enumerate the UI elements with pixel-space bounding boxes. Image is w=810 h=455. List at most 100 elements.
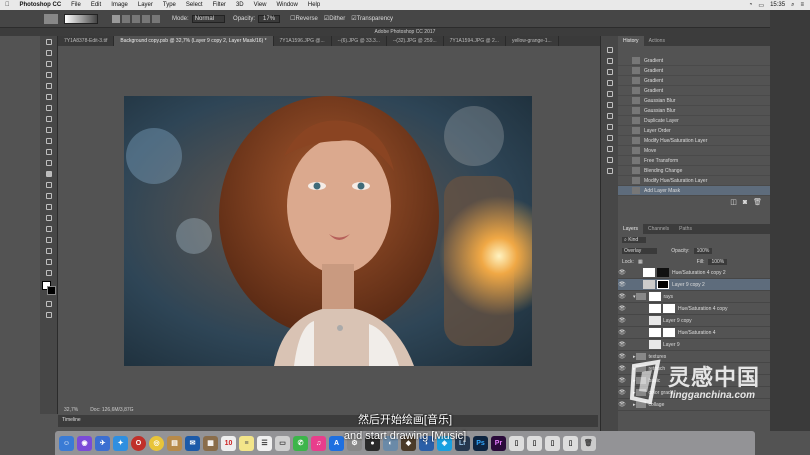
- tab-document[interactable]: 7Y1A1594.JPG @ 2...: [444, 36, 506, 46]
- mode-select[interactable]: Normal: [191, 14, 226, 23]
- tab-layers[interactable]: Layers: [618, 224, 644, 234]
- dodge-tool-icon[interactable]: [40, 190, 58, 201]
- history-item-selected[interactable]: Add Layer Mask: [618, 186, 770, 196]
- layer-group-row[interactable]: 👁 ▾ rays: [618, 291, 770, 303]
- eye-icon[interactable]: 👁: [618, 353, 626, 360]
- menu-app-name[interactable]: Photoshop CC: [15, 2, 67, 8]
- shape-tool-icon[interactable]: [40, 234, 58, 245]
- history-item[interactable]: Duplicate Layer: [618, 116, 770, 126]
- brush-tool-icon[interactable]: [40, 124, 58, 135]
- layer-mask-thumb[interactable]: [657, 268, 669, 277]
- menu-layer[interactable]: Layer: [133, 2, 158, 8]
- color-panel-icon[interactable]: [601, 55, 619, 66]
- eye-icon[interactable]: 👁: [618, 269, 626, 276]
- menu-select[interactable]: Select: [181, 2, 208, 8]
- crop-tool-icon[interactable]: [40, 80, 58, 91]
- tab-document[interactable]: yellow-grange-1...: [506, 36, 559, 46]
- history-item[interactable]: Modify Hue/Saturation Layer: [618, 136, 770, 146]
- pen-tool-icon[interactable]: [40, 201, 58, 212]
- blur-tool-icon[interactable]: [40, 179, 58, 190]
- menu-view[interactable]: View: [249, 2, 272, 8]
- menu-image[interactable]: Image: [106, 2, 133, 8]
- menu-list-icon[interactable]: ≡: [800, 2, 804, 8]
- layer-row[interactable]: 👁 Layer 9: [618, 339, 770, 351]
- menu-window[interactable]: Window: [272, 2, 303, 8]
- lock-icon[interactable]: ▦: [638, 259, 643, 265]
- brushes-panel-icon[interactable]: [601, 121, 619, 132]
- search-icon[interactable]: ⌕: [791, 2, 794, 9]
- eye-icon[interactable]: 👁: [618, 365, 626, 372]
- layer-row[interactable]: 👁 Layer 9 copy: [618, 315, 770, 327]
- lasso-tool-icon[interactable]: [40, 58, 58, 69]
- radial-gradient-icon[interactable]: [122, 14, 130, 23]
- trash-icon[interactable]: 🗑: [753, 198, 762, 206]
- frame-tool-icon[interactable]: [40, 91, 58, 102]
- layer-row[interactable]: 👁 Hue/Saturation 4 copy 2: [618, 267, 770, 279]
- layer-mask-thumb[interactable]: [657, 280, 669, 289]
- tab-history[interactable]: History: [618, 36, 644, 46]
- fill-field[interactable]: 100%: [708, 258, 728, 265]
- tab-document[interactable]: --(32).JPG @ 259...: [387, 36, 444, 46]
- more-tools-icon[interactable]: [40, 267, 58, 278]
- menu-3d[interactable]: 3D: [231, 2, 249, 8]
- libraries-panel-icon[interactable]: [601, 77, 619, 88]
- document-canvas[interactable]: [124, 96, 532, 366]
- camera-icon[interactable]: ◙: [743, 199, 747, 206]
- tab-document[interactable]: --(6).JPG @ 33.3...: [332, 36, 387, 46]
- layer-row[interactable]: 👁 Hue/Saturation 4: [618, 327, 770, 339]
- opacity-field[interactable]: 17%: [258, 14, 281, 23]
- linear-gradient-icon[interactable]: [112, 14, 120, 23]
- angle-gradient-icon[interactable]: [132, 14, 140, 23]
- reflected-gradient-icon[interactable]: [142, 14, 150, 23]
- history-item[interactable]: Gradient: [618, 66, 770, 76]
- paragraph-panel-icon[interactable]: [601, 132, 619, 143]
- eye-icon[interactable]: 👁: [618, 317, 626, 324]
- menu-type[interactable]: Type: [158, 2, 181, 8]
- eye-icon[interactable]: 👁: [618, 377, 626, 384]
- quick-select-tool-icon[interactable]: [40, 69, 58, 80]
- eye-icon[interactable]: 👁: [618, 389, 626, 396]
- tab-document[interactable]: 7Y1A8378-Edit-3.tif: [58, 36, 115, 46]
- apple-icon[interactable]: : [0, 2, 15, 8]
- eye-icon[interactable]: 👁: [618, 401, 626, 408]
- 3d-panel-icon[interactable]: [601, 154, 619, 165]
- eye-icon[interactable]: 👁: [618, 329, 626, 336]
- layer-mask-thumb[interactable]: [663, 328, 675, 337]
- eyedropper-tool-icon[interactable]: [40, 102, 58, 113]
- gradient-tool-icon[interactable]: [40, 168, 58, 179]
- menu-edit[interactable]: Edit: [86, 2, 106, 8]
- hand-tool-icon[interactable]: [40, 245, 58, 256]
- layer-row-selected[interactable]: 👁 Layer 9 copy 2: [618, 279, 770, 291]
- quick-mask-icon[interactable]: [40, 298, 58, 309]
- history-item[interactable]: Layer Order: [618, 126, 770, 136]
- gradient-picker[interactable]: [64, 13, 98, 24]
- adjustments-panel-icon[interactable]: [601, 88, 619, 99]
- history-item[interactable]: Gaussian Blur: [618, 96, 770, 106]
- history-item[interactable]: Move: [618, 146, 770, 156]
- history-item[interactable]: Gradient: [618, 76, 770, 86]
- history-brush-tool-icon[interactable]: [40, 146, 58, 157]
- history-item[interactable]: Gaussian Blur: [618, 106, 770, 116]
- layer-row[interactable]: 👁 Hue/Saturation 4 copy: [618, 303, 770, 315]
- background-color[interactable]: [47, 286, 56, 295]
- eye-icon[interactable]: 👁: [618, 341, 626, 348]
- layer-opacity-field[interactable]: 100%: [693, 247, 713, 254]
- color-swatches[interactable]: [40, 278, 57, 298]
- kind-filter[interactable]: ⌕ Kind: [622, 236, 647, 243]
- diamond-gradient-icon[interactable]: [152, 14, 160, 23]
- new-snapshot-icon[interactable]: ◫: [730, 198, 737, 206]
- battery-icon[interactable]: ▭: [758, 2, 764, 9]
- marquee-tool-icon[interactable]: [40, 47, 58, 58]
- swatches-panel-icon[interactable]: [601, 66, 619, 77]
- properties-panel-icon[interactable]: [601, 110, 619, 121]
- tab-actions[interactable]: Actions: [644, 36, 670, 46]
- menu-help[interactable]: Help: [303, 2, 325, 8]
- history-panel-icon[interactable]: [601, 44, 619, 55]
- history-item[interactable]: Blending Change: [618, 166, 770, 176]
- path-select-tool-icon[interactable]: [40, 223, 58, 234]
- zoom-tool-icon[interactable]: [40, 256, 58, 267]
- type-tool-icon[interactable]: [40, 212, 58, 223]
- tab-channels[interactable]: Channels: [643, 224, 674, 234]
- menu-file[interactable]: File: [66, 2, 86, 8]
- eye-icon[interactable]: 👁: [618, 281, 626, 288]
